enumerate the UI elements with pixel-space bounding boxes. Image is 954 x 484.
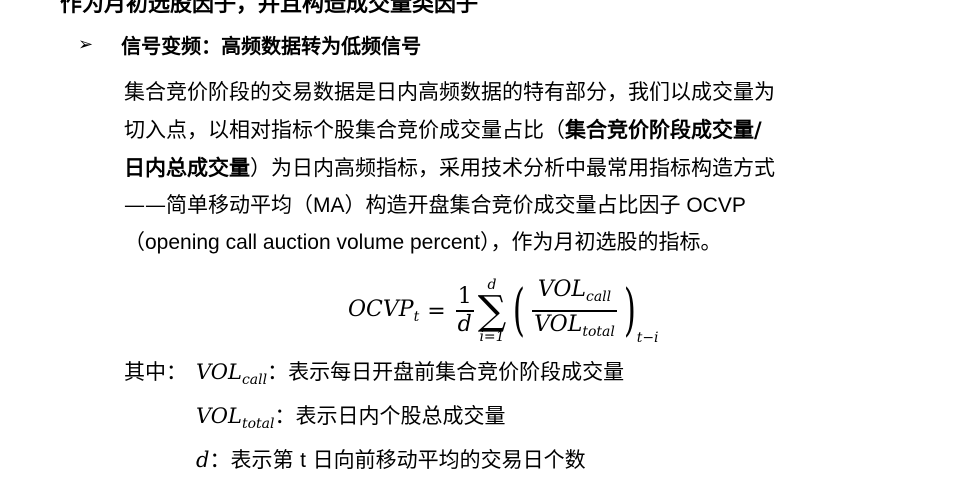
paragraph-line-2-text: 切入点，以相对指标个股集合竞价成交量占比（ <box>124 118 565 142</box>
def-desc-d: ：表示第 t 日向前移动平均的交易日个数 <box>209 448 586 472</box>
english-term: opening call auction volume percent <box>145 231 481 254</box>
vol-denominator: VOLtotal <box>534 311 615 340</box>
definitions-prefix: 其中： <box>124 360 187 384</box>
bold-phrase-2: 日内总成交量 <box>124 155 250 180</box>
paragraph-line-5-post: ），作为月初选股的指标。 <box>480 230 722 254</box>
paren-open: （ <box>124 230 145 254</box>
ocvp-term: OCVP <box>680 194 746 217</box>
vol-denominator-sub: total <box>582 323 615 340</box>
vol-numerator: VOLcall <box>537 277 612 306</box>
ma-term: MA <box>313 194 345 217</box>
sum-lower-limit: i=1 <box>479 329 505 345</box>
variable-definitions: 其中： VOLcall ：表示每日开盘前集合竞价阶段成交量 VOLtotal ：… <box>124 354 624 479</box>
section-heading-text: 信号变频：高频数据转为低频信号 <box>121 34 422 58</box>
paragraph-line-1: 集合竞价阶段的交易数据是日内高频数据的特有部分，我们以成交量为 <box>124 80 775 104</box>
formula-summation: d ∑ i=1 <box>478 278 507 344</box>
def-var-d: d <box>196 448 210 472</box>
def-desc-vol-call: ：表示每日开盘前集合竞价阶段成交量 <box>267 360 625 384</box>
formula-equals: = <box>427 298 446 324</box>
formula-lhs: OCVPt <box>348 297 420 325</box>
definition-row-d: d ：表示第 t 日向前移动平均的交易日个数 <box>124 442 624 479</box>
def-var-vol-total: VOLtotal <box>196 404 275 432</box>
paragraph-line-2: 切入点，以相对指标个股集合竞价成交量占比（集合竞价阶段成交量/ <box>124 111 894 149</box>
formula-volume-fraction: VOLcall VOLtotal <box>532 277 617 345</box>
arrow-bullet-icon: ➢ <box>78 34 94 55</box>
formula-paren-close: ) <box>623 278 636 343</box>
paragraph-line-4: ——简单移动平均（MA）构造开盘集合竞价成交量占比因子 OCVP <box>124 187 894 224</box>
paragraph-line-3: 日内总成交量）为日内高频指标，采用技术分析中最常用指标构造方式 <box>124 149 894 187</box>
bold-phrase-1: 集合竞价阶段成交量/ <box>565 117 762 142</box>
def-var-vol-call: VOLcall <box>196 360 268 388</box>
body-paragraph: 集合竞价阶段的交易数据是日内高频数据的特有部分，我们以成交量为 切入点，以相对指… <box>124 74 894 261</box>
formula-lhs-sub: t <box>413 309 420 325</box>
formula-fraction-1-over-d: 1 d <box>455 284 474 338</box>
paragraph-line-4-mid: ）构造开盘集合竞价成交量占比因子 <box>344 193 681 217</box>
paragraph-line-4-pre: ——简单移动平均（ <box>124 193 313 217</box>
def-desc-vol-total: ：表示日内个股总成交量 <box>274 404 506 428</box>
vol-numerator-sub: call <box>585 289 612 306</box>
ocvp-formula: OCVPt = 1 d d ∑ i=1 ( VOLcall VOLtotal )… <box>348 268 659 354</box>
frac1-denominator: d <box>457 311 472 337</box>
section-heading: ➢ 信号变频：高频数据转为低频信号 <box>78 30 421 59</box>
definition-row-vol-total: VOLtotal ：表示日内个股总成交量 <box>124 398 624 442</box>
paragraph-line-5: （opening call auction volume percent），作为… <box>124 224 894 261</box>
formula-paren-open: ( <box>513 278 526 343</box>
formula-outer-subscript: t−i <box>636 330 659 346</box>
sigma-icon: ∑ <box>477 288 507 334</box>
definition-row-vol-call: 其中： VOLcall ：表示每日开盘前集合竞价阶段成交量 <box>124 354 624 398</box>
paragraph-line-3-text: ）为日内高频指标，采用技术分析中最常用指标构造方式 <box>250 156 775 180</box>
frac1-numerator: 1 <box>457 284 472 310</box>
truncated-top-line: 作为月初选股因子，并且构造成交量类因子 <box>60 0 479 17</box>
